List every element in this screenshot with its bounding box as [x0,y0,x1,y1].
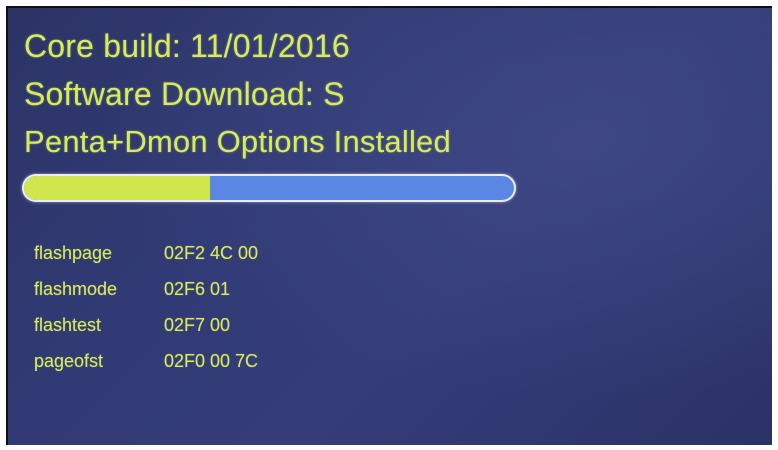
download-progress-fill [24,176,210,200]
monitor-frame: Core build: 11/01/2016 Software Download… [0,0,778,450]
register-value: 02F7 00 [164,315,231,335]
register-row-flashpage: flashpage 02F2 4C 00 [34,242,258,264]
core-build-label: Core build: 11/01/2016 [24,28,350,64]
register-row-flashmode: flashmode 02F6 01 [34,278,230,300]
register-row-flashtest: flashtest 02F7 00 [34,314,230,336]
register-name: flashmode [34,279,118,299]
register-name: flashtest [34,315,102,335]
register-name: pageofst [34,351,104,371]
firmware-update-screen: Core build: 11/01/2016 Software Download… [6,6,772,445]
register-value: 02F6 01 [164,279,231,299]
register-name: flashpage [34,243,113,263]
register-row-pageofst: pageofst 02F0 00 7C [34,350,258,372]
software-download-label: Software Download: S [24,76,345,112]
register-value: 02F0 00 7C [164,351,259,371]
register-value: 02F2 4C 00 [164,243,259,263]
download-progress-bar [22,174,516,202]
options-installed-label: Penta+Dmon Options Installed [24,124,451,159]
